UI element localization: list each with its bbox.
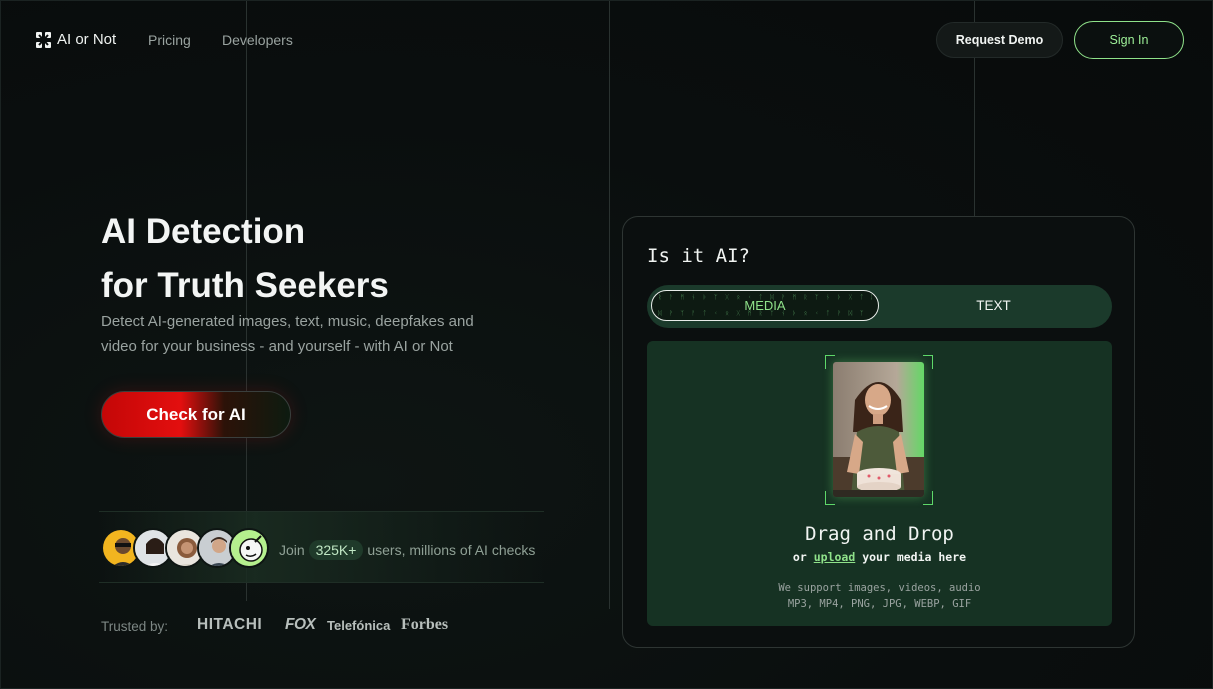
- hero-subtitle-line2: video for your business - and yourself -…: [101, 338, 453, 355]
- hero-subtitle: Detect AI-generated images, text, music,…: [101, 309, 531, 359]
- hero-title-line1: AI Detection: [101, 212, 306, 251]
- trusted-by-label: Trusted by:: [101, 619, 169, 634]
- sample-photo: [833, 362, 924, 497]
- upload-link[interactable]: upload: [814, 550, 856, 564]
- nav-link-pricing[interactable]: Pricing: [148, 32, 191, 48]
- logo[interactable]: AI or Not: [36, 31, 116, 48]
- page: AI or Not Pricing Developers Request Dem…: [0, 0, 1213, 689]
- avatar-stack: [101, 528, 269, 568]
- user-count-badge: 325K+: [308, 540, 364, 560]
- drop-zone[interactable]: Drag and Drop or upload your media here …: [647, 341, 1112, 626]
- frame-corner: [923, 355, 933, 369]
- drop-or-text: or: [792, 550, 807, 564]
- frame-corner: [923, 491, 933, 505]
- hero-subtitle-line1: Detect AI-generated images, text, music,…: [101, 313, 474, 330]
- supported-formats: We support images, videos, audio MP3, MP…: [647, 580, 1112, 612]
- social-suffix: users, millions of AI checks: [367, 542, 536, 558]
- brand-forbes: Forbes: [401, 616, 449, 633]
- avatar: [229, 528, 269, 568]
- logo-icon: [36, 31, 51, 48]
- support-line1: We support images, videos, audio: [778, 582, 981, 594]
- drop-subtitle: or upload your media here: [647, 550, 1112, 564]
- social-proof: Join 325K+ users, millions of AI checks: [99, 511, 544, 583]
- card-title: Is it AI?: [647, 245, 750, 267]
- brand-hitachi: HITACHI: [197, 616, 263, 633]
- brand-telefonica: Telefónica: [327, 618, 391, 633]
- check-for-ai-button[interactable]: Check for AI: [101, 391, 291, 438]
- tab-media[interactable]: ᚱ ᚨ ᛗ ᚾ ᚦ ᛉ ᚷ ᛟ ᚲ ᛏ ᛞ ᚹ ᛗ ᚱ ᛉ ᚾ ᚦ ᚷ ᛏ ᛞ …: [651, 290, 879, 321]
- hero-title: AI Detection for Truth Seekers: [101, 205, 389, 313]
- decor-line: [609, 1, 610, 609]
- support-line2: MP3, MP4, PNG, JPG, WEBP, GIF: [787, 598, 972, 610]
- tab-text[interactable]: TEXT: [879, 290, 1108, 321]
- brand-fox: FOX: [285, 616, 316, 633]
- drop-rest-text: your media here: [862, 550, 967, 564]
- hero-title-line2: for Truth Seekers: [101, 266, 389, 305]
- social-prefix: Join: [279, 542, 305, 558]
- nav-link-developers[interactable]: Developers: [222, 32, 293, 48]
- social-proof-text: Join 325K+ users, millions of AI checks: [279, 540, 535, 560]
- media-text-toggle: ᚱ ᚨ ᛗ ᚾ ᚦ ᛉ ᚷ ᛟ ᚲ ᛏ ᛞ ᚹ ᛗ ᚱ ᛉ ᚾ ᚦ ᚷ ᛏ ᛞ …: [647, 285, 1112, 328]
- logo-text: AI or Not: [57, 31, 117, 48]
- sign-in-button[interactable]: Sign In: [1074, 21, 1184, 59]
- request-demo-button[interactable]: Request Demo: [936, 22, 1063, 58]
- tab-media-label: MEDIA: [744, 298, 786, 313]
- preview-frame: [825, 355, 933, 505]
- detection-card: Is it AI? ᚱ ᚨ ᛗ ᚾ ᚦ ᛉ ᚷ ᛟ ᚲ ᛏ ᛞ ᚹ ᛗ ᚱ ᛉ …: [622, 216, 1135, 648]
- drop-title: Drag and Drop: [805, 523, 954, 545]
